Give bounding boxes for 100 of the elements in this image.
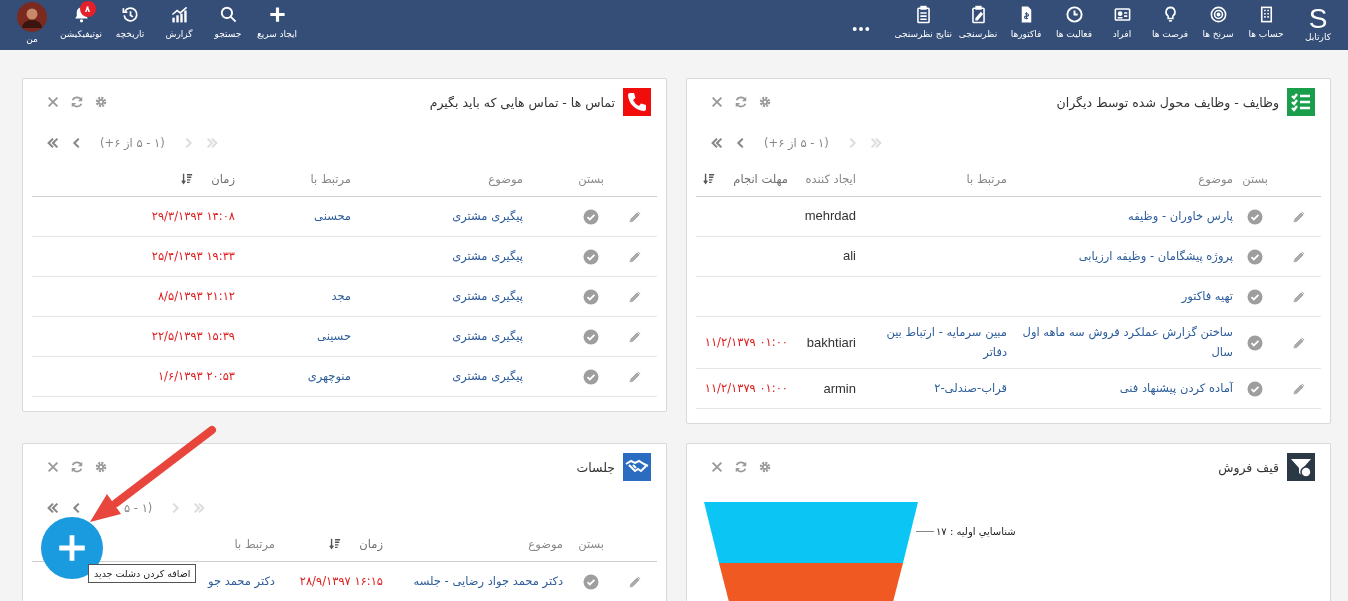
settings-icon[interactable]: [758, 95, 772, 109]
settings-icon[interactable]: [94, 95, 108, 109]
edit-icon[interactable]: [627, 248, 643, 265]
refresh-icon[interactable]: [70, 460, 84, 475]
settings-icon[interactable]: [758, 460, 772, 475]
column-header[interactable]: مرتبط با: [966, 171, 1007, 186]
check-circle-icon[interactable]: [583, 328, 599, 345]
column-header[interactable]: ایجاد کننده: [805, 171, 856, 186]
edit-icon[interactable]: [627, 573, 643, 590]
nav-item[interactable]: سرنخ ها: [1196, 0, 1240, 50]
table-link[interactable]: پیگیری مشتری: [407, 206, 523, 227]
table-link[interactable]: مجد: [291, 286, 351, 307]
refresh-icon[interactable]: [70, 95, 84, 109]
nav-item[interactable]: نتایج نظرسنجی: [894, 0, 952, 50]
more-icon[interactable]: [852, 26, 871, 32]
check-circle-icon[interactable]: [1247, 208, 1263, 225]
table-cell-text: ۱۵:۳۹ ۲۲/۵/۱۳۹۳: [150, 327, 235, 345]
table-link[interactable]: حسینی: [291, 326, 351, 347]
close-icon[interactable]: [710, 95, 724, 109]
column-header[interactable]: موضوع: [528, 536, 563, 551]
sort-icon[interactable]: [181, 172, 194, 185]
last-page-icon[interactable]: [710, 136, 724, 150]
table-link[interactable]: پیگیری مشتری: [407, 326, 523, 347]
table-cell-text: ali: [842, 247, 856, 266]
last-page-icon[interactable]: [46, 501, 60, 516]
column-header[interactable]: زمان: [359, 536, 383, 551]
check-circle-icon[interactable]: [583, 368, 599, 385]
table-link[interactable]: دکتر محمد جواد رضایی - جلسه: [399, 571, 563, 592]
edit-icon[interactable]: [627, 208, 643, 225]
check-circle-icon[interactable]: [583, 208, 599, 225]
table-cell-text: ۰۱:۰۰ ۱۱/۲/۱۳۷۹: [704, 379, 788, 397]
edit-icon[interactable]: [1291, 380, 1307, 397]
nav-item[interactable]: ۸ نوتیفیکیشن: [59, 0, 103, 50]
nav-item[interactable]: افراد: [1100, 0, 1144, 50]
close-icon[interactable]: [710, 460, 724, 475]
column-header[interactable]: بستن: [1242, 171, 1268, 186]
column-header[interactable]: بستن: [578, 536, 604, 551]
nav-item[interactable]: جستجو: [206, 0, 250, 50]
nav-item[interactable]: فاکتورها: [1004, 0, 1048, 50]
target-icon: [1208, 5, 1228, 24]
edit-icon[interactable]: [1291, 288, 1307, 305]
column-header[interactable]: مهلت انجام: [733, 171, 788, 186]
sort-icon[interactable]: [703, 172, 716, 185]
nav-item[interactable]: نظرسنجی: [956, 0, 1000, 50]
column-header[interactable]: موضوع: [1198, 171, 1233, 186]
chart-icon: [169, 5, 189, 24]
column-header[interactable]: زمان: [211, 171, 235, 186]
check-circle-icon[interactable]: [583, 288, 599, 305]
nav-item[interactable]: حساب ها: [1244, 0, 1288, 50]
settings-icon[interactable]: [94, 460, 108, 475]
nav-item[interactable]: ایجاد سریع: [255, 0, 299, 50]
table-link[interactable]: پارس خاوران - وظیفه: [1017, 206, 1233, 227]
table-link[interactable]: محسنی: [291, 206, 351, 227]
widget-title: جلسات: [576, 459, 615, 475]
table-link[interactable]: پیگیری مشتری: [407, 286, 523, 307]
table-link[interactable]: قراب-صندلی-۲: [866, 378, 1007, 399]
user-menu[interactable]: من: [10, 0, 54, 50]
check-circle-icon[interactable]: [1247, 248, 1263, 265]
table-cell-text: ۱۶:۱۵ ۲۸/۹/۱۳۹۷: [298, 572, 383, 590]
nav-item[interactable]: فرصت ها: [1148, 0, 1192, 50]
edit-icon[interactable]: [627, 288, 643, 305]
clock-icon: [1064, 5, 1084, 24]
edit-icon[interactable]: [627, 328, 643, 345]
last-page-icon[interactable]: [46, 136, 60, 150]
edit-icon[interactable]: [627, 368, 643, 385]
check-circle-icon[interactable]: [1247, 288, 1263, 305]
table-cell-text: armin: [822, 379, 856, 398]
column-header[interactable]: موضوع: [488, 171, 523, 186]
table-link[interactable]: پیگیری مشتری: [407, 366, 523, 387]
tooltip: اضافه کردن دشلت جدید: [88, 564, 197, 584]
sort-icon[interactable]: [329, 537, 342, 550]
history-icon: [120, 5, 140, 24]
column-header[interactable]: مرتبط با: [310, 171, 351, 186]
table-link[interactable]: مبین سرمایه - ارتباط بین دفاتر: [866, 323, 1007, 363]
plus-icon: [267, 5, 287, 24]
edit-icon[interactable]: [1291, 334, 1307, 351]
logo: S: [1308, 5, 1328, 31]
page-range: (۱ - ۵: [124, 501, 153, 516]
close-icon[interactable]: [46, 460, 60, 475]
refresh-icon[interactable]: [734, 460, 748, 475]
column-header[interactable]: مرتبط با: [234, 536, 275, 551]
close-icon[interactable]: [46, 95, 60, 109]
column-header[interactable]: بستن: [578, 171, 604, 186]
table-link[interactable]: پیگیری مشتری: [407, 246, 523, 267]
edit-icon[interactable]: [1291, 208, 1307, 225]
check-circle-icon[interactable]: [1247, 334, 1263, 351]
table-link[interactable]: ساختن گزارش عملکرد فروش سه ماهه اول سال: [1017, 323, 1233, 363]
nav-item[interactable]: تاریخچه: [108, 0, 152, 50]
check-circle-icon[interactable]: [583, 573, 599, 590]
table-link[interactable]: منوچهری: [291, 366, 351, 387]
table-link[interactable]: تهیه فاکتور: [1017, 286, 1233, 307]
refresh-icon[interactable]: [734, 95, 748, 109]
widget-title: قیف فروش: [1218, 459, 1279, 475]
nav-item[interactable]: گزارش: [157, 0, 201, 50]
table-link[interactable]: آماده کردن پیشنهاد فنی: [1017, 378, 1233, 399]
check-circle-icon[interactable]: [1247, 380, 1263, 397]
check-circle-icon[interactable]: [583, 248, 599, 265]
table-link[interactable]: پروژه پیشگامان - وظیفه ارزیابی: [1017, 246, 1233, 267]
nav-item[interactable]: فعالیت ها: [1052, 0, 1096, 50]
edit-icon[interactable]: [1291, 248, 1307, 265]
